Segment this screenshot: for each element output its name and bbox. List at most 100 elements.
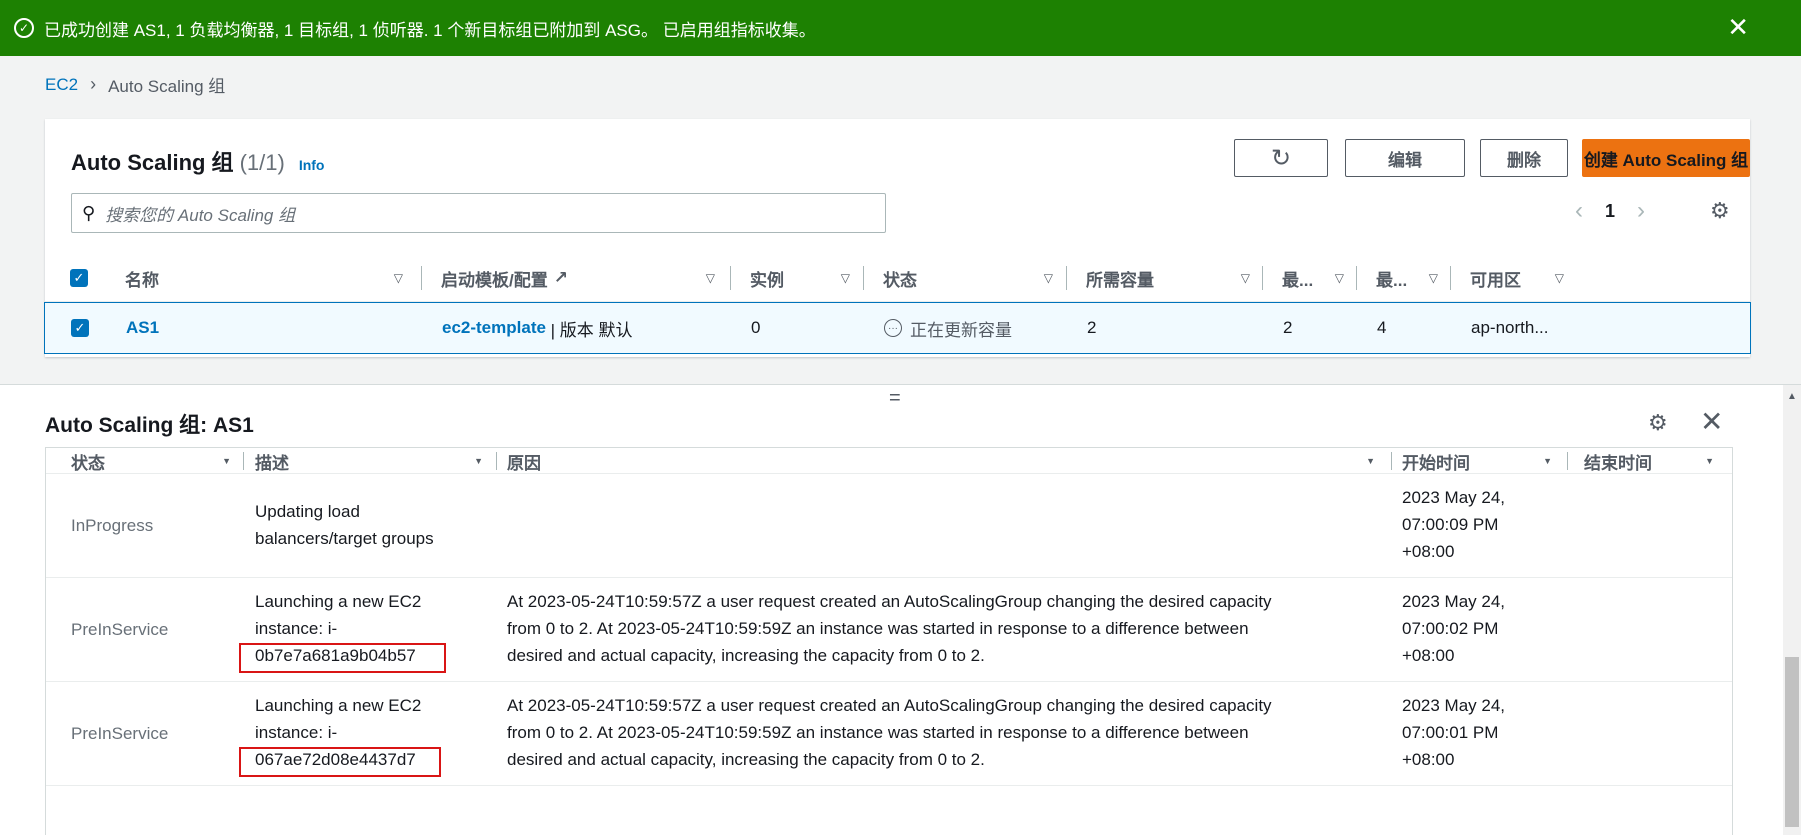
success-flash-banner: ✓ 已成功创建 AS1, 1 负载均衡器, 1 目标组, 1 侦听器. 1 个新… [0,0,1801,56]
column-header-instances[interactable]: 实例 ▽ [750,254,850,302]
edit-button[interactable]: 编辑 [1345,139,1465,177]
activity-row: PreInService Launching a new EC2 instanc… [46,578,1732,682]
template-version: | 版本 默认 [545,320,633,340]
breadcrumb-current: Auto Scaling 组 [108,77,226,96]
column-divider [1567,452,1568,470]
activity-start-time: 2023 May 24, 07:00:01 PM +08:00 [1402,692,1532,773]
activity-state: PreInService [71,620,169,639]
column-divider [1450,266,1451,290]
column-divider [1262,266,1263,290]
scrollbar-thumb[interactable] [1785,657,1799,827]
create-asg-button[interactable]: 创建 Auto Scaling 组 [1582,139,1750,177]
table-row[interactable]: ✓ AS1 ec2-template | 版本 默认 0 ··· 正在更新容量 … [44,302,1751,354]
sort-down-icon: ▼ [1543,456,1552,466]
column-header-label: 所需容量 [1086,270,1154,290]
sort-down-icon: ▽ [393,271,403,285]
start-time-line: 07:00:01 PM [1402,723,1499,742]
gear-icon[interactable]: ⚙ [1648,410,1668,436]
column-header-min[interactable]: 最... ▽ [1282,254,1344,302]
search-placeholder: 搜索您的 Auto Scaling 组 [105,205,296,225]
sort-down-icon: ▼ [1705,456,1714,466]
column-header-az[interactable]: 可用区 ▽ [1470,254,1564,302]
split-panel: = Auto Scaling 组: AS1 ⚙ ✕ 状态 ▼ 描述 ▼ 原因 ▼ 开始… [0,384,1801,835]
chevron-right-icon[interactable]: › [1637,197,1645,225]
column-divider [730,266,731,290]
start-time-line: +08:00 [1402,750,1455,769]
search-icon: ⚲ [82,202,96,223]
asg-count: (1/1) [239,150,285,175]
column-header-state[interactable]: 状态 ▼ [71,448,231,474]
page-number[interactable]: 1 [1605,201,1615,222]
instance-id-highlight [239,643,446,673]
start-time-line: 2023 May 24, [1402,488,1506,507]
delete-button[interactable]: 删除 [1480,139,1568,177]
close-icon[interactable]: ✕ [1727,12,1749,43]
start-time-line: +08:00 [1402,646,1455,665]
column-header-label: 结束时间 [1584,453,1652,473]
template-link[interactable]: ec2-template [442,318,546,338]
column-header-start-time[interactable]: 开始时间 ▼ [1402,448,1552,474]
column-header-label: 开始时间 [1402,453,1470,473]
flash-message: 已成功创建 AS1, 1 负载均衡器, 1 目标组, 1 侦听器. 1 个新目标… [44,20,816,40]
activity-state: PreInService [71,724,169,743]
cause-line: from 0 to 2. At 2023-05-24T10:59:59Z an … [507,723,1249,742]
column-header-desired[interactable]: 所需容量 ▽ [1086,254,1250,302]
refresh-button[interactable]: ↻ [1234,139,1328,177]
start-time-line: 2023 May 24, [1402,592,1506,611]
activity-start-time: 2023 May 24, 07:00:02 PM +08:00 [1402,588,1532,669]
column-header-label: 名称 [125,270,159,290]
description-line: instance: i- [255,619,338,638]
column-header-name[interactable]: 名称 ▽ [125,254,403,302]
instance-id-highlight [239,747,441,777]
column-header-end-time[interactable]: 结束时间 ▼ [1584,448,1714,474]
close-icon[interactable]: ✕ [1700,405,1723,438]
sort-down-icon: ▼ [1366,456,1375,466]
cause-line: desired and actual capacity, increasing … [507,750,985,769]
az-value: ap-north... [1471,318,1549,337]
info-link[interactable]: Info [299,157,325,173]
checkbox-checked-icon: ✓ [71,319,89,337]
asg-name-link[interactable]: AS1 [126,303,159,353]
select-all-checkbox[interactable]: ✓ [70,254,88,302]
scrollbar[interactable]: ▲ [1783,385,1801,835]
row-checkbox[interactable]: ✓ [71,303,89,353]
in-progress-icon: ··· [884,319,902,337]
activity-description: Updating load balancers/target groups [255,498,465,552]
column-header-description[interactable]: 描述 ▼ [255,448,483,474]
breadcrumb-ec2-link[interactable]: EC2 [45,75,78,95]
column-header-status[interactable]: 状态 ▽ [883,254,1053,302]
activity-table-header: 状态 ▼ 描述 ▼ 原因 ▼ 开始时间 ▼ 结束时间 ▼ [46,448,1732,474]
column-divider [496,452,497,470]
activity-start-time: 2023 May 24, 07:00:09 PM +08:00 [1402,484,1532,565]
chevron-left-icon[interactable]: ‹ [1575,197,1583,225]
sort-down-icon: ▽ [840,271,850,285]
column-divider [1391,452,1392,470]
column-header-cause[interactable]: 原因 ▼ [507,448,1375,474]
column-header-template[interactable]: 启动模板/配置 ↗ ▽ [441,254,715,302]
sort-down-icon: ▽ [1334,271,1344,285]
start-time-line: +08:00 [1402,542,1455,561]
sort-down-icon: ▽ [1428,271,1438,285]
column-header-label: 最... [1282,270,1314,290]
table-header: ✓ 名称 ▽ 启动模板/配置 ↗ ▽ 实例 ▽ 状态 ▽ 所需容量 ▽ 最... ▽ 最...… [45,254,1750,302]
column-divider [421,266,422,290]
column-header-max[interactable]: 最... ▽ [1376,254,1438,302]
instances-value: 0 [751,318,761,337]
start-time-line: 07:00:02 PM [1402,619,1499,638]
desired-value: 2 [1087,318,1097,337]
description-line: Launching a new EC2 [255,592,422,611]
panel-title-text: Auto Scaling 组 [71,150,234,175]
resize-handle-icon[interactable]: = [889,387,901,410]
column-divider [863,266,864,290]
scroll-up-icon[interactable]: ▲ [1787,391,1797,402]
search-input[interactable]: ⚲ 搜索您的 Auto Scaling 组 [71,193,886,233]
asg-list-panel: Auto Scaling 组 (1/1) Info ↻ 编辑 删除 创建 Aut… [44,119,1751,357]
column-header-label: 描述 [255,453,289,473]
column-header-label: 实例 [750,270,784,290]
column-header-label: 状态 [71,453,105,473]
split-panel-title: Auto Scaling 组: AS1 [45,414,254,437]
gear-icon[interactable]: ⚙ [1710,198,1730,224]
external-link-icon: ↗ [553,268,568,287]
column-divider [1066,266,1067,290]
status-cell: ··· 正在更新容量 [884,303,1012,353]
